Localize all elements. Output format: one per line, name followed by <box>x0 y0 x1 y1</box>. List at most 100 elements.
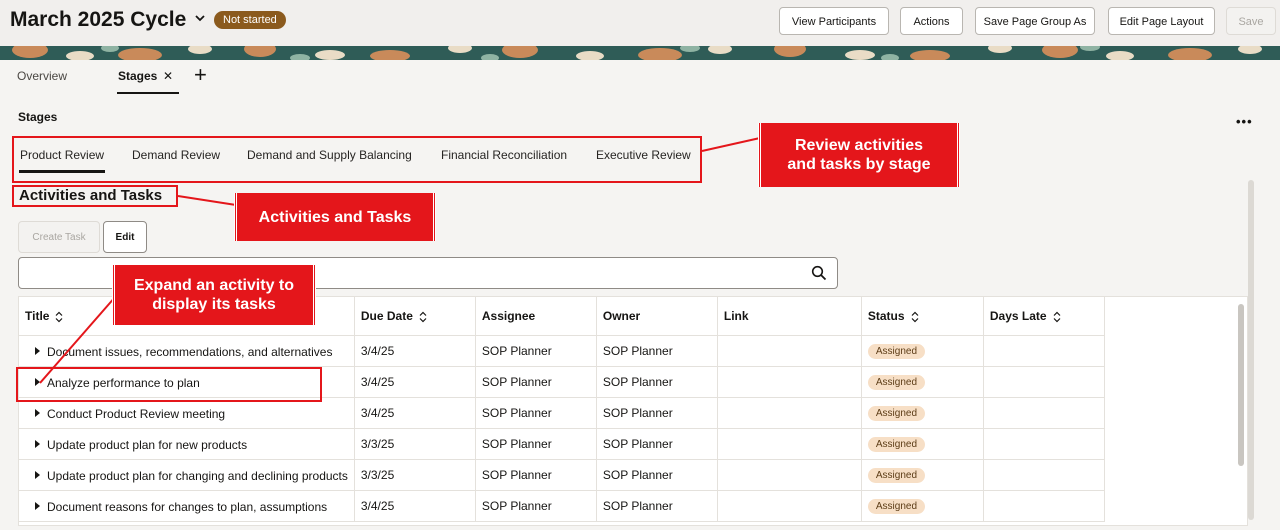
title-cell[interactable]: Conduct Product Review meeting <box>19 397 355 429</box>
owner-cell: SOP Planner <box>596 490 718 522</box>
days-late-cell <box>983 459 1105 491</box>
search-icon[interactable] <box>811 265 827 281</box>
assignee-cell: SOP Planner <box>475 459 597 491</box>
days-late-cell <box>983 335 1105 367</box>
stages-heading: Stages <box>18 110 58 124</box>
sort-icon[interactable] <box>419 311 427 323</box>
stage-tab-demand-review[interactable]: Demand Review <box>132 148 220 162</box>
column-label: Days Late <box>989 309 1047 323</box>
table-row[interactable]: Conduct Product Review meeting 3/4/25 SO… <box>19 397 1105 429</box>
title-cell[interactable]: Update product plan for changing and dec… <box>19 459 355 491</box>
view-participants-button[interactable]: View Participants <box>779 7 889 35</box>
chevron-down-icon[interactable] <box>193 11 207 25</box>
expand-icon[interactable] <box>35 347 40 356</box>
activities-table: Title Due Date Assignee Owner Link Statu… <box>18 296 1248 526</box>
column-label: Title <box>25 309 50 323</box>
title-cell[interactable]: Document issues, recommendations, and al… <box>19 335 355 367</box>
due-date-cell: 3/4/25 <box>354 490 476 522</box>
edit-button[interactable]: Edit <box>103 221 147 253</box>
table-row[interactable]: Update product plan for changing and dec… <box>19 459 1105 491</box>
sort-icon[interactable] <box>1053 311 1061 323</box>
cycle-title: March 2025 Cycle <box>10 8 187 31</box>
save-page-group-as-button[interactable]: Save Page Group As <box>975 7 1095 35</box>
assignee-cell: SOP Planner <box>475 490 597 522</box>
status-badge: Assigned <box>867 499 926 514</box>
status-cell: Assigned <box>861 366 984 398</box>
edit-page-layout-button[interactable]: Edit Page Layout <box>1108 7 1215 35</box>
table-row[interactable]: Update product plan for new products 3/3… <box>19 428 1105 460</box>
due-date-cell: 3/4/25 <box>354 397 476 429</box>
column-header-assignee[interactable]: Assignee <box>475 297 597 336</box>
tab-stages[interactable]: Stages <box>118 69 157 83</box>
add-tab-icon[interactable]: + <box>194 64 207 86</box>
table-row[interactable]: Analyze performance to plan 3/4/25 SOP P… <box>19 366 1105 398</box>
title-cell[interactable]: Analyze performance to plan <box>19 366 355 398</box>
assignee-cell: SOP Planner <box>475 428 597 460</box>
owner-cell: SOP Planner <box>596 366 718 398</box>
expand-icon[interactable] <box>35 409 40 418</box>
table-scrollbar[interactable] <box>1238 304 1244 466</box>
status-badge: Not started <box>214 11 286 29</box>
link-cell <box>717 335 862 367</box>
column-label: Due Date <box>360 309 413 323</box>
status-cell: Assigned <box>861 459 984 491</box>
status-badge: Assigned <box>867 406 926 421</box>
owner-cell: SOP Planner <box>596 397 718 429</box>
tab-overview[interactable]: Overview <box>17 69 67 83</box>
owner-cell: SOP Planner <box>596 459 718 491</box>
link-cell <box>717 366 862 398</box>
table-row[interactable]: Document issues, recommendations, and al… <box>19 335 1105 367</box>
column-label: Status <box>867 309 905 323</box>
activities-heading: Activities and Tasks <box>19 187 163 204</box>
page-scrollbar[interactable] <box>1248 180 1254 520</box>
stage-tab-financial-reconciliation[interactable]: Financial Reconciliation <box>441 148 567 162</box>
active-tab-indicator <box>117 92 179 94</box>
stage-tab-demand-supply-balancing[interactable]: Demand and Supply Balancing <box>247 148 412 162</box>
expand-icon[interactable] <box>35 378 40 387</box>
sort-icon[interactable] <box>911 311 919 323</box>
assignee-cell: SOP Planner <box>475 366 597 398</box>
callout-review-stages: Review activities and tasks by stage <box>758 123 960 187</box>
assignee-cell: SOP Planner <box>475 335 597 367</box>
column-header-status[interactable]: Status <box>861 297 984 336</box>
status-cell: Assigned <box>861 335 984 367</box>
create-task-button[interactable]: Create Task <box>18 221 100 253</box>
close-icon[interactable]: ✕ <box>163 69 173 83</box>
column-header-owner[interactable]: Owner <box>596 297 718 336</box>
due-date-cell: 3/4/25 <box>354 335 476 367</box>
assignee-cell: SOP Planner <box>475 397 597 429</box>
actions-button[interactable]: Actions <box>900 7 963 35</box>
stage-tab-product-review[interactable]: Product Review <box>20 148 104 162</box>
stage-tab-executive-review[interactable]: Executive Review <box>596 148 691 162</box>
owner-cell: SOP Planner <box>596 428 718 460</box>
due-date-cell: 3/3/25 <box>354 459 476 491</box>
owner-cell: SOP Planner <box>596 335 718 367</box>
link-cell <box>717 428 862 460</box>
sort-icon[interactable] <box>55 311 63 323</box>
column-header-days-late[interactable]: Days Late <box>983 297 1105 336</box>
activity-title: Document reasons for changes to plan, as… <box>47 499 328 514</box>
status-badge: Assigned <box>867 437 926 452</box>
save-button[interactable]: Save <box>1226 7 1276 35</box>
column-header-due-date[interactable]: Due Date <box>354 297 476 336</box>
callout-activities-tasks: Activities and Tasks <box>234 193 436 241</box>
activity-title: Document issues, recommendations, and al… <box>47 344 333 359</box>
status-badge: Assigned <box>867 344 926 359</box>
title-cell[interactable]: Document reasons for changes to plan, as… <box>19 490 355 522</box>
expand-icon[interactable] <box>35 440 40 449</box>
activity-title: Update product plan for new products <box>47 437 248 452</box>
expand-icon[interactable] <box>35 502 40 511</box>
table-row[interactable]: Document reasons for changes to plan, as… <box>19 490 1105 522</box>
days-late-cell <box>983 428 1105 460</box>
expand-icon[interactable] <box>35 471 40 480</box>
page-tabs: Overview Stages ✕ + <box>0 60 1280 98</box>
link-cell <box>717 490 862 522</box>
due-date-cell: 3/4/25 <box>354 366 476 398</box>
active-stage-indicator <box>19 170 105 173</box>
title-cell[interactable]: Update product plan for new products <box>19 428 355 460</box>
more-options-icon[interactable]: ••• <box>1236 114 1253 129</box>
days-late-cell <box>983 490 1105 522</box>
connector-line <box>701 137 761 152</box>
link-cell <box>717 397 862 429</box>
column-header-link[interactable]: Link <box>717 297 862 336</box>
